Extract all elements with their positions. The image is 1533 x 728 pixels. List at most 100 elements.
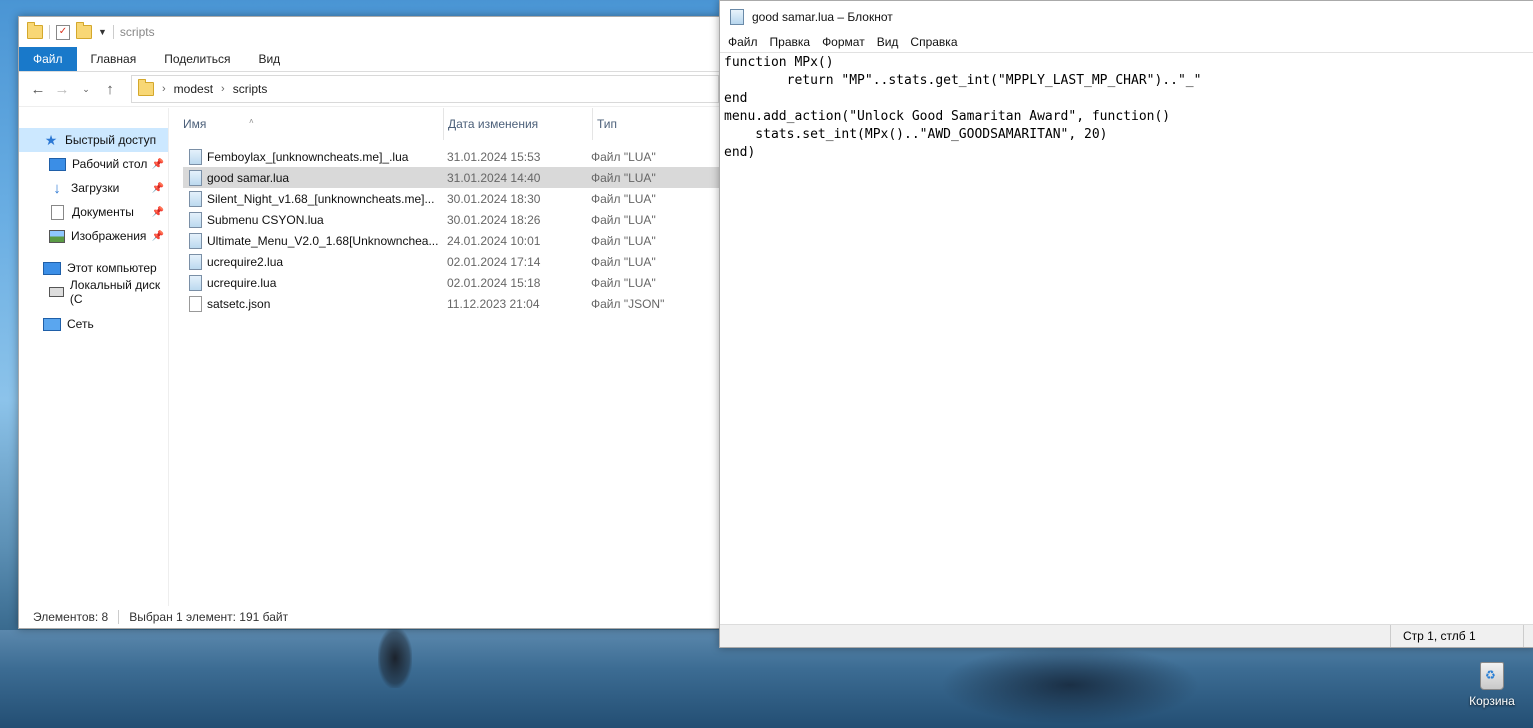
new-folder-icon[interactable]: [76, 22, 92, 39]
resize-grip[interactable]: [1523, 625, 1533, 647]
nav-network[interactable]: Сеть: [19, 312, 168, 336]
nav-label: Локальный диск (C: [69, 278, 161, 306]
nav-desktop[interactable]: Рабочий стол 📌: [19, 152, 168, 176]
wallpaper-shadow: [940, 645, 1200, 725]
file-row[interactable]: ucrequire2.lua 02.01.2024 17:14 Файл "LUA": [183, 251, 719, 272]
file-type: Файл "LUA": [591, 275, 656, 290]
nav-local-disk[interactable]: Локальный диск (C: [19, 278, 168, 306]
forward-arrow-icon[interactable]: →: [53, 81, 71, 98]
nav-label: Быстрый доступ: [65, 133, 157, 147]
nav-downloads[interactable]: ↓ Загрузки 📌: [19, 176, 168, 200]
lua-file-icon: [189, 190, 202, 207]
file-type: Файл "LUA": [591, 191, 656, 206]
recycle-bin-label: Корзина: [1469, 694, 1515, 708]
menu-file[interactable]: Файл: [722, 35, 764, 49]
breadcrumb-scripts[interactable]: scripts: [233, 82, 268, 96]
tab-view[interactable]: Вид: [244, 47, 294, 71]
file-name: ucrequire2.lua: [207, 254, 284, 269]
star-icon: ★: [44, 131, 58, 148]
nav-label: Изображения: [71, 229, 147, 243]
menu-view[interactable]: Вид: [871, 35, 905, 49]
pin-icon: 📌: [151, 158, 164, 170]
file-name: good samar.lua: [207, 170, 290, 185]
file-type: Файл "LUA": [591, 233, 656, 248]
file-name-cell: ucrequire.lua: [183, 274, 447, 291]
menu-format[interactable]: Формат: [816, 35, 871, 49]
file-list: Femboylax_[unknowncheats.me]_.lua 31.01.2…: [169, 140, 719, 314]
file-name: satsetc.json: [207, 296, 271, 311]
explorer-window: ✓ ▼ scripts Файл Главная Поделиться Вид …: [18, 16, 720, 629]
file-row[interactable]: ucrequire.lua 02.01.2024 15:18 Файл "LUA": [183, 272, 719, 293]
column-header-type[interactable]: Тип: [592, 108, 717, 140]
file-row[interactable]: good samar.lua 31.01.2024 14:40 Файл "LUA": [183, 167, 719, 188]
menu-help[interactable]: Справка: [904, 35, 963, 49]
breadcrumb-modest[interactable]: modest: [174, 82, 213, 96]
file-date: 30.01.2024 18:26: [447, 212, 541, 227]
download-icon: ↓: [53, 179, 61, 197]
notepad-window: good samar.lua – Блокнот Файл Правка Фор…: [719, 0, 1533, 648]
file-name-cell: Submenu CSYON.lua: [183, 211, 447, 228]
up-arrow-icon[interactable]: ↑: [101, 81, 119, 98]
pin-icon: 📌: [151, 182, 164, 194]
file-name-cell: good samar.lua: [183, 169, 447, 186]
cursor-position: Стр 1, стлб 1: [1390, 625, 1476, 647]
file-row[interactable]: Femboylax_[unknowncheats.me]_.lua 31.01.2…: [183, 146, 719, 167]
recent-locations-chevron-icon[interactable]: ⌄: [77, 84, 95, 95]
lua-file-icon: [189, 274, 202, 291]
file-date: 11.12.2023 21:04: [447, 296, 540, 311]
lua-file-icon: [189, 169, 202, 186]
nav-label: Документы: [72, 205, 134, 219]
file-row[interactable]: Silent_Night_v1.68_[unknowncheats.me]...…: [183, 188, 719, 209]
file-type: Файл "LUA": [591, 170, 656, 185]
recycle-bin-icon: [1480, 662, 1504, 690]
json-file-icon: [189, 295, 202, 312]
file-row[interactable]: Ultimate_Menu_V2.0_1.68[Unknownchea... 24…: [183, 230, 719, 251]
file-row[interactable]: satsetc.json 11.12.2023 21:04 Файл "JSON": [183, 293, 719, 314]
chevron-right-icon[interactable]: ›: [162, 83, 166, 95]
file-name: ucrequire.lua: [207, 275, 277, 290]
chevron-right-icon[interactable]: ›: [221, 83, 225, 95]
file-name: Femboylax_[unknowncheats.me]_.lua: [207, 149, 409, 164]
file-name-cell: Femboylax_[unknowncheats.me]_.lua: [183, 148, 447, 165]
nav-pictures[interactable]: Изображения 📌: [19, 224, 168, 248]
properties-icon[interactable]: ✓: [56, 24, 70, 40]
quick-access-dropdown-icon[interactable]: ▼: [98, 27, 107, 37]
tab-home[interactable]: Главная: [77, 47, 151, 71]
sort-caret-icon: ˄: [249, 117, 254, 126]
file-name-cell: satsetc.json: [183, 295, 447, 312]
file-name-cell: Silent_Night_v1.68_[unknowncheats.me]...: [183, 190, 447, 207]
back-arrow-icon[interactable]: ←: [29, 81, 47, 98]
explorer-titlebar: ✓ ▼ scripts: [19, 17, 719, 47]
file-type: Файл "LUA": [591, 212, 656, 227]
notepad-icon: [730, 8, 744, 25]
file-name: Ultimate_Menu_V2.0_1.68[Unknownchea...: [207, 233, 439, 248]
folder-icon: [27, 22, 43, 39]
menu-edit[interactable]: Правка: [764, 35, 817, 49]
item-count: Элементов: 8: [33, 610, 109, 624]
recycle-bin-shortcut[interactable]: Корзина: [1466, 662, 1518, 708]
column-name-label: Имя: [183, 117, 207, 131]
file-date: 24.01.2024 10:01: [447, 233, 541, 248]
column-headers: Имя ˄ Дата изменения Тип: [183, 108, 719, 140]
tab-file[interactable]: Файл: [19, 47, 77, 71]
nav-this-pc[interactable]: Этот компьютер: [19, 256, 168, 280]
address-bar[interactable]: › modest › scripts: [131, 75, 719, 103]
network-icon: [43, 317, 61, 331]
explorer-content: ★ Быстрый доступ Рабочий стол 📌 ↓ Загруз…: [19, 108, 719, 606]
computer-icon: [43, 261, 61, 275]
file-name: Submenu CSYON.lua: [207, 212, 324, 227]
titlebar-separator: [49, 25, 50, 39]
file-row[interactable]: Submenu CSYON.lua 30.01.2024 18:26 Файл "L…: [183, 209, 719, 230]
nav-documents[interactable]: Документы 📌: [19, 200, 168, 224]
tab-share[interactable]: Поделиться: [150, 47, 244, 71]
pictures-icon: [49, 229, 65, 243]
column-header-name[interactable]: Имя ˄: [183, 117, 443, 131]
explorer-statusbar: Элементов: 8 Выбран 1 элемент: 191 байт: [19, 606, 719, 628]
notepad-text-area[interactable]: function MPx() return "MP"..stats.get_in…: [720, 52, 1533, 625]
titlebar-separator: [112, 25, 114, 39]
column-header-date[interactable]: Дата изменения: [443, 108, 592, 140]
nav-label: Загрузки: [71, 181, 120, 195]
file-list-pane: Имя ˄ Дата изменения Тип Femboylax_[unkn…: [169, 108, 719, 606]
nav-quick-access[interactable]: ★ Быстрый доступ: [19, 128, 168, 152]
file-date: 31.01.2024 15:53: [447, 149, 541, 164]
